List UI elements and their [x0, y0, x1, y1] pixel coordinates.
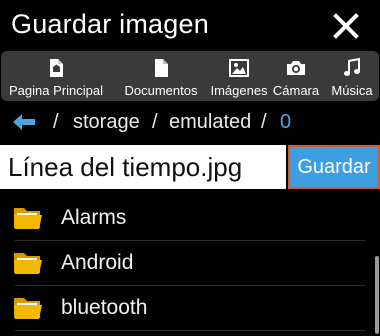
folder-icon — [13, 294, 43, 320]
location-shortcuts: Pagina Principal Documentos Imágenes Cám… — [1, 51, 379, 101]
shortcut-images[interactable]: Imágenes — [210, 51, 268, 101]
shortcut-music-label: Música — [331, 83, 373, 98]
breadcrumb-emulated[interactable]: emulated — [169, 111, 251, 134]
save-button-label: Guardar — [290, 147, 378, 187]
shortcut-camera[interactable]: Cámara — [267, 51, 325, 101]
shortcut-images-label: Imágenes — [210, 83, 268, 98]
folder-name: bluetooth — [61, 296, 148, 319]
shortcut-music[interactable]: Música — [325, 51, 379, 101]
divider — [15, 330, 365, 331]
breadcrumb-separator: / — [152, 111, 158, 133]
shortcut-documents[interactable]: Documentos — [111, 51, 211, 101]
breadcrumb: / storage / emulated / 0 — [0, 107, 380, 139]
image-icon — [229, 58, 249, 78]
arrow-left-icon — [13, 114, 35, 130]
close-icon — [333, 13, 359, 39]
folder-name: Alarms — [61, 206, 127, 229]
back-button[interactable] — [12, 112, 36, 132]
shortcut-home-label: Pagina Principal — [9, 83, 103, 98]
folder-icon — [13, 249, 43, 275]
filename-input[interactable] — [0, 145, 286, 189]
breadcrumb-storage[interactable]: storage — [73, 111, 140, 134]
list-item[interactable]: Android — [0, 241, 380, 286]
list-item[interactable]: bluetooth — [0, 286, 380, 331]
list-item[interactable]: Alarms — [0, 196, 380, 241]
folder-name: Android — [61, 251, 134, 274]
list-scrollbar[interactable] — [375, 256, 379, 334]
home-document-icon — [46, 58, 66, 78]
breadcrumb-current: 0 — [280, 111, 292, 133]
shortcut-camera-label: Cámara — [272, 83, 320, 98]
camera-icon — [286, 58, 306, 78]
filename-bar: Guardar — [0, 145, 380, 189]
music-note-icon — [342, 58, 362, 78]
dialog-titlebar: Guardar imagen — [0, 0, 380, 52]
folder-list: Alarms Android bluetooth — [0, 196, 380, 331]
folder-icon — [13, 204, 43, 230]
breadcrumb-separator: / — [53, 111, 59, 133]
dialog-title: Guardar imagen — [11, 9, 209, 39]
breadcrumb-separator: / — [261, 111, 267, 133]
close-button[interactable] — [333, 13, 359, 39]
shortcut-home[interactable]: Pagina Principal — [1, 51, 111, 101]
save-button[interactable]: Guardar — [288, 145, 380, 189]
document-icon — [151, 58, 171, 78]
shortcut-documents-label: Documentos — [124, 83, 198, 98]
